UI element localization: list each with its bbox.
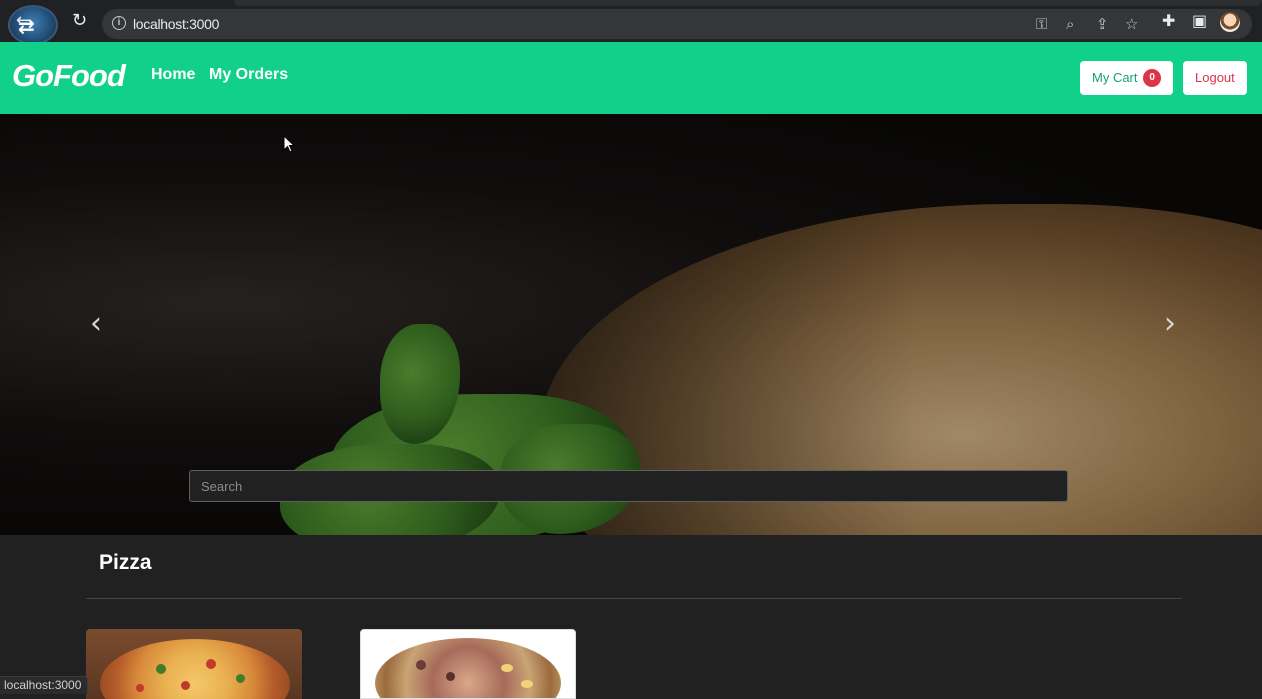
brand-logo[interactable]: GoFood [12, 58, 126, 94]
chevron-left-icon[interactable]: ‹ [84, 309, 108, 340]
pizza-image [375, 638, 561, 698]
info-icon[interactable]: i [112, 16, 126, 30]
status-url-tooltip: localhost:3000 [0, 676, 89, 694]
address-bar[interactable]: i localhost:3000 ⚿ ⌕ ⇪ ☆ [102, 9, 1252, 39]
search-input[interactable] [189, 470, 1068, 502]
hero-carousel: ‹ › [0, 114, 1262, 535]
address-url[interactable]: localhost:3000 [133, 16, 219, 32]
tab-strip [234, 0, 1262, 6]
logout-button[interactable]: Logout [1183, 61, 1247, 95]
pizza-topping [181, 681, 190, 690]
my-cart-label: My Cart [1092, 70, 1138, 85]
pizza-topping [206, 659, 216, 669]
pizza-image [100, 639, 290, 699]
key-icon[interactable]: ⚿ [1036, 16, 1047, 32]
share-icon[interactable]: ⇪ [1096, 16, 1109, 32]
pizza-topping [236, 674, 245, 683]
extensions-icon[interactable]: ✚ [1162, 13, 1175, 29]
menu-icon[interactable]: ⋮ [1255, 7, 1262, 23]
food-card[interactable] [360, 629, 576, 699]
chevron-right-icon[interactable]: › [1158, 309, 1182, 340]
mouse-cursor-icon [283, 135, 295, 153]
app-navbar: GoFood Home My Orders My Cart 0 Logout [0, 42, 1262, 114]
zoom-icon[interactable]: ⌕ [1066, 16, 1074, 32]
menu-section: Pizza [0, 535, 1262, 699]
back-icon[interactable]: ← [16, 12, 31, 30]
pizza-topping [136, 684, 144, 692]
cart-count-badge: 0 [1143, 68, 1162, 87]
category-title: Pizza [99, 551, 152, 574]
star-icon[interactable]: ☆ [1125, 16, 1138, 32]
food-card[interactable] [86, 629, 302, 699]
my-cart-button[interactable]: My Cart 0 [1080, 61, 1174, 95]
pizza-topping [156, 664, 166, 674]
category-divider [86, 598, 1182, 599]
pizza-topping [416, 660, 426, 670]
profile-avatar[interactable] [1220, 12, 1240, 32]
nav-link-home[interactable]: Home [151, 66, 195, 84]
browser-toolbar: ⇄ ← ↻ i localhost:3000 ⚿ ⌕ ⇪ ☆ ✚ ▣ ⋮ [0, 0, 1262, 45]
side-panel-icon[interactable]: ▣ [1192, 13, 1207, 29]
pizza-topping [446, 672, 455, 681]
reload-icon[interactable]: ↻ [72, 12, 87, 30]
nav-link-my-orders[interactable]: My Orders [209, 66, 288, 84]
pizza-topping [501, 664, 513, 672]
pizza-topping [521, 680, 533, 688]
